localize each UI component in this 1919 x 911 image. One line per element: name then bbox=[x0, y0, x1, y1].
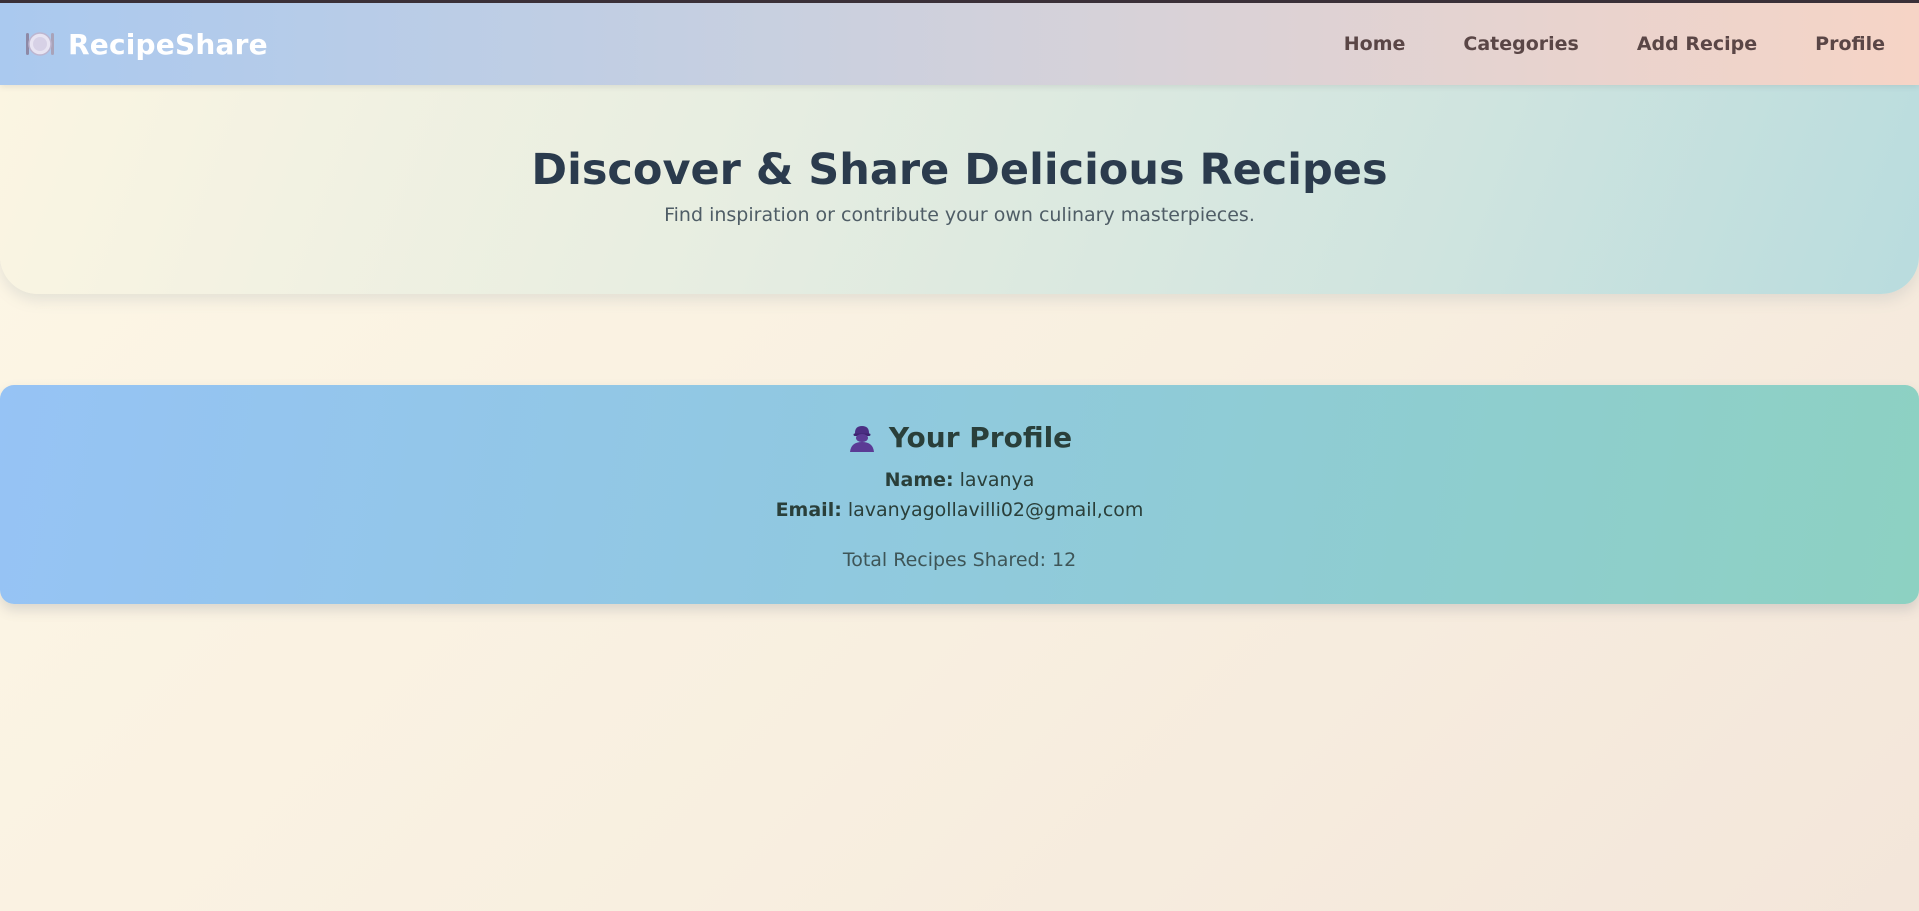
nav-categories[interactable]: Categories bbox=[1463, 33, 1578, 55]
user-icon bbox=[847, 423, 877, 453]
profile-heading: Your Profile bbox=[0, 421, 1919, 454]
name-value: lavanya bbox=[959, 469, 1035, 491]
email-value: lavanyagollavilli02@gmail,com bbox=[847, 499, 1144, 521]
nav-add-recipe[interactable]: Add Recipe bbox=[1637, 33, 1757, 55]
profile-card: Your Profile Name: lavanya Email: lavany… bbox=[0, 385, 1919, 604]
name-label: Name: bbox=[884, 469, 954, 491]
brand-title: RecipeShare bbox=[68, 27, 268, 61]
email-label: Email: bbox=[775, 499, 842, 521]
profile-name-row: Name: lavanya bbox=[0, 469, 1919, 491]
navbar: RecipeShare Home Categories Add Recipe P… bbox=[0, 0, 1919, 85]
main-nav: Home Categories Add Recipe Profile bbox=[1344, 3, 1885, 85]
hero-banner: Discover & Share Delicious Recipes Find … bbox=[0, 85, 1919, 294]
nav-home[interactable]: Home bbox=[1344, 33, 1406, 55]
total-recipes-text: Total Recipes Shared: 12 bbox=[842, 549, 1077, 571]
profile-title: Your Profile bbox=[888, 421, 1073, 454]
plate-icon bbox=[24, 28, 56, 60]
hero-subtitle: Find inspiration or contribute your own … bbox=[664, 204, 1255, 227]
brand[interactable]: RecipeShare bbox=[24, 3, 268, 85]
profile-email-row: Email: lavanyagollavilli02@gmail,com bbox=[0, 499, 1919, 521]
nav-profile[interactable]: Profile bbox=[1815, 33, 1885, 55]
hero-title: Discover & Share Delicious Recipes bbox=[531, 145, 1388, 195]
